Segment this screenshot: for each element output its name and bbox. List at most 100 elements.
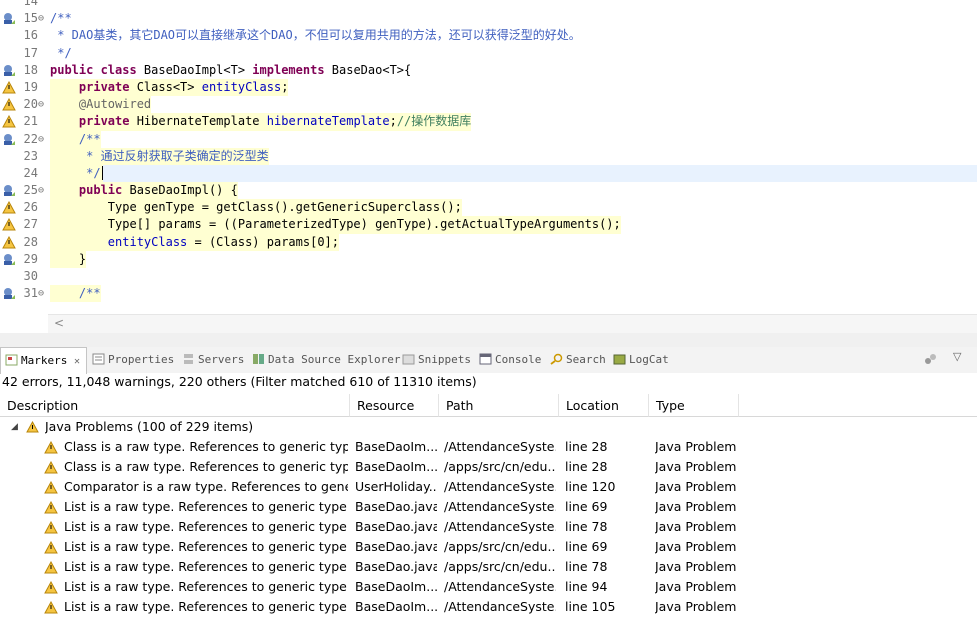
line-number: 26 (23, 200, 38, 215)
code-line[interactable]: 19 private Class<T> entityClass; (0, 78, 977, 97)
table-row[interactable]: List is a raw type. References to generi… (0, 597, 977, 617)
column-description[interactable]: Description (0, 394, 350, 417)
line-number: 27 (23, 217, 38, 232)
cell-resource: BaseDaoIm... (355, 579, 437, 594)
cell-type: Java Problem (655, 459, 737, 474)
code-text: */ (50, 45, 72, 60)
code-line[interactable]: 26 Type genType = getClass().getGenericS… (0, 199, 977, 217)
line-number: 15 (23, 11, 38, 26)
console-icon (479, 353, 492, 365)
code-line[interactable]: 16 * DAO基类，其它DAO可以直接继承这个DAO，不但可以复用共用的方法，… (0, 27, 977, 44)
line-number: 16 (23, 28, 38, 43)
cell-location: line 78 (565, 559, 608, 574)
code-line[interactable]: 17 */ (0, 45, 977, 62)
column-resource[interactable]: Resource (350, 394, 439, 417)
view-menu-icon[interactable] (923, 351, 939, 367)
table-row[interactable]: List is a raw type. References to generi… (0, 537, 977, 557)
cell-path: /AttendanceSyste... (444, 479, 556, 494)
cell-description: List is a raw type. References to generi… (64, 559, 348, 574)
chevron-down-icon[interactable]: ▽ (953, 350, 961, 363)
code-line[interactable]: 23 * 通过反射获取子类确定的泛型类 (0, 147, 977, 165)
code-line[interactable]: 27 Type[] params = ((ParameterizedType) … (0, 216, 977, 234)
tab-snippets[interactable]: Snippets (402, 347, 471, 373)
code-line[interactable]: 15 ⊖/** (0, 10, 977, 27)
table-row[interactable]: List is a raw type. References to generi… (0, 517, 977, 537)
text-cursor (101, 165, 103, 180)
cell-resource: BaseDao.java (355, 559, 437, 574)
column-path[interactable]: Path (439, 394, 559, 417)
code-text: entityClass = (Class) params[0]; (50, 233, 339, 251)
cell-location: line 78 (565, 519, 608, 534)
line-number: 17 (23, 45, 38, 60)
code-line[interactable]: 25 ⊖ public BaseDaoImpl() { (0, 182, 977, 200)
tab-search[interactable]: Search (550, 347, 606, 373)
scroll-left-icon[interactable]: < (54, 316, 64, 330)
group-row-java-problems[interactable]: ◢ Java Problems (100 of 229 items) (0, 417, 977, 437)
warning-icon (44, 541, 58, 554)
table-row[interactable]: List is a raw type. References to generi… (0, 557, 977, 577)
code-line[interactable]: 24 */ (0, 164, 977, 183)
fold-toggle-icon[interactable]: ⊖ (38, 10, 48, 27)
cell-description: Comparator is a raw type. References to … (64, 479, 348, 494)
markers-table: Description Resource Path Location Type … (0, 394, 977, 614)
editor-horizontal-scrollbar[interactable]: < (48, 314, 977, 333)
warning-icon (44, 561, 58, 574)
close-icon[interactable]: ✕ (74, 356, 80, 367)
cell-path: /AttendanceSyste... (444, 439, 556, 454)
code-text: public class BaseDaoImpl<T> implements B… (50, 62, 412, 77)
cell-location: line 28 (565, 439, 608, 454)
fold-toggle-icon[interactable]: ⊖ (38, 182, 48, 199)
snippets-icon (402, 354, 415, 365)
code-text: private Class<T> entityClass; (50, 78, 289, 97)
code-line[interactable]: 21 private HibernateTemplate hibernateTe… (0, 113, 977, 131)
code-line[interactable]: 20 ⊖ @Autowired (0, 96, 977, 114)
tab-data-source-explorer[interactable]: Data Source Explorer (252, 347, 400, 373)
cell-description: List is a raw type. References to generi… (64, 599, 348, 614)
tab-console[interactable]: Console (479, 347, 541, 373)
code-line[interactable]: 29 } (0, 250, 977, 269)
table-row[interactable]: List is a raw type. References to generi… (0, 497, 977, 517)
warning-icon (44, 521, 58, 534)
table-row[interactable]: Class is a raw type. References to gener… (0, 437, 977, 457)
code-line[interactable]: 31 ⊖ /** (0, 285, 977, 303)
tab-servers[interactable]: Servers (182, 347, 244, 373)
tab-properties[interactable]: Properties (92, 347, 174, 373)
tab-markers[interactable]: Markers ✕ (0, 347, 88, 374)
cell-description: List is a raw type. References to generi… (64, 519, 348, 534)
cell-type: Java Problem (655, 599, 737, 614)
code-line[interactable]: 18 public class BaseDaoImpl<T> implements… (0, 62, 977, 79)
fold-toggle-icon[interactable]: ⊖ (38, 96, 48, 113)
code-text: private HibernateTemplate hibernateTempl… (50, 113, 472, 131)
code-line[interactable]: 14 (0, 0, 977, 10)
line-number: 18 (23, 62, 38, 77)
code-line[interactable]: 22 ⊖ /** (0, 130, 977, 148)
cell-resource: BaseDao.java (355, 539, 437, 554)
table-row[interactable]: List is a raw type. References to generi… (0, 577, 977, 597)
column-type[interactable]: Type (649, 394, 739, 417)
cell-path: /apps/src/cn/edu... (444, 539, 556, 554)
code-text: public BaseDaoImpl() { (50, 182, 238, 200)
code-text: /** (50, 285, 101, 303)
cell-resource: UserHoliday... (355, 479, 437, 494)
fold-toggle-icon[interactable]: ⊖ (38, 285, 48, 302)
cell-description: List is a raw type. References to generi… (64, 579, 348, 594)
cell-path: /AttendanceSyste... (444, 499, 556, 514)
column-location[interactable]: Location (559, 394, 649, 417)
panel-splitter[interactable] (0, 333, 977, 348)
table-row[interactable]: Comparator is a raw type. References to … (0, 477, 977, 497)
code-text: /** (50, 11, 72, 26)
code-line[interactable]: 30 (0, 268, 977, 285)
code-line[interactable]: 28 entityClass = (Class) params[0]; (0, 233, 977, 251)
markers-status: 42 errors, 11,048 warnings, 220 others (… (2, 374, 477, 389)
tab-logcat[interactable]: LogCat (613, 347, 669, 373)
table-row[interactable]: Class is a raw type. References to gener… (0, 457, 977, 477)
code-text: * 通过反射获取子类确定的泛型类 (50, 147, 269, 165)
code-text: * DAO基类，其它DAO可以直接继承这个DAO，不但可以复用共用的方法，还可以… (50, 28, 581, 43)
code-editor[interactable]: 14 15 ⊖/** 16 * DAO基类，其它DAO可以直接继承这个DAO，不但可以… (0, 0, 977, 333)
cell-resource: BaseDao.java (355, 499, 437, 514)
properties-icon (92, 353, 105, 365)
cell-type: Java Problem (655, 579, 737, 594)
fold-toggle-icon[interactable]: ⊖ (38, 131, 48, 148)
expand-triangle-icon[interactable]: ◢ (11, 417, 18, 437)
line-number: 14 (23, 0, 38, 8)
